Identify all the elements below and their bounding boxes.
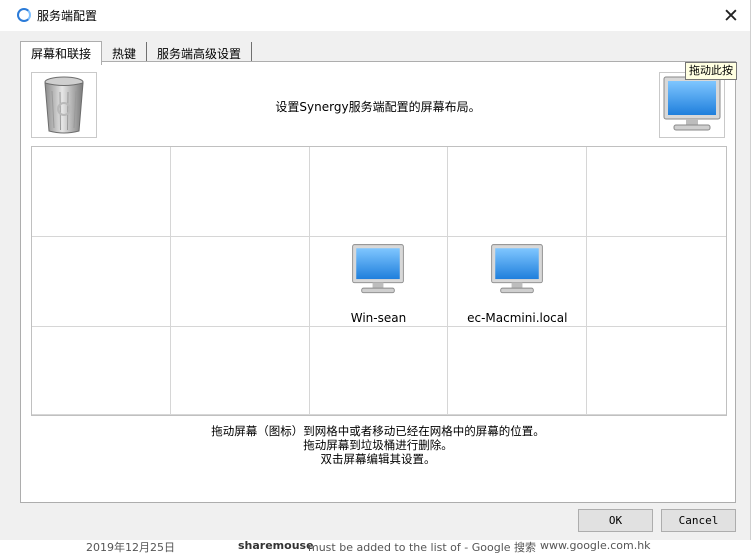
grid-cell[interactable]: Win-sean <box>309 237 449 327</box>
grid-cell[interactable] <box>32 237 171 327</box>
background-window-strip: 2019年12月25日 sharemouse must be added to … <box>0 540 756 553</box>
grid-cell[interactable] <box>170 147 310 237</box>
grid-cell[interactable] <box>309 327 449 415</box>
grid-usage-hint: 拖动屏幕（图标）到网格中或者移动已经在网格中的屏幕的位置。 拖动屏幕到垃圾桶进行… <box>21 424 735 466</box>
synergy-app-icon <box>17 8 31 22</box>
drag-tooltip: 拖动此按 <box>685 62 737 80</box>
screen-win-sean[interactable]: Win-sean <box>310 241 448 325</box>
tab-advanced-server-settings[interactable]: 服务端高级设置 <box>147 42 253 63</box>
screen-ec-macmini[interactable]: ec-Macmini.local <box>448 241 586 325</box>
monitor-icon <box>663 76 721 131</box>
monitor-icon <box>352 244 405 294</box>
layout-instruction: 设置Synergy服务端配置的屏幕布局。 <box>275 100 481 114</box>
grid-cell[interactable] <box>587 147 726 237</box>
grid-cell[interactable] <box>170 327 310 415</box>
grid-cell[interactable] <box>309 147 449 237</box>
cancel-button[interactable]: Cancel <box>661 509 736 532</box>
title-bar[interactable]: 服务端配置 ✕ <box>0 0 750 31</box>
hint-line: 双击屏幕编辑其设置。 <box>320 452 436 466</box>
screen-name-label: ec-Macmini.local <box>467 311 568 325</box>
grid-cell[interactable] <box>170 237 310 327</box>
grid-cell[interactable] <box>448 147 588 237</box>
window-title: 服务端配置 <box>37 9 98 23</box>
hint-line: 拖动屏幕（图标）到网格中或者移动已经在网格中的屏幕的位置。 <box>211 424 545 438</box>
tab-bar: 屏幕和联接 热键 服务端高级设置 <box>20 41 253 65</box>
new-screen-tile[interactable] <box>659 72 725 138</box>
tab-screens-and-links[interactable]: 屏幕和联接 <box>20 41 103 65</box>
ok-button[interactable]: OK <box>578 509 653 532</box>
grid-cell[interactable] <box>587 237 726 327</box>
bg-url: www.google.com.hk <box>540 540 651 552</box>
bg-snippet: must be added to the list of - Google 搜索 <box>308 541 537 553</box>
grid-cell[interactable] <box>32 327 171 415</box>
screen-name-label: Win-sean <box>350 311 407 325</box>
monitor-icon <box>491 244 544 294</box>
screen-layout-grid: Win-sean ec-Macmini.local <box>31 146 727 416</box>
grid-cell[interactable] <box>587 327 726 415</box>
bg-snippet-bold: sharemouse <box>238 540 314 552</box>
screens-panel: 设置Synergy服务端配置的屏幕布局。 Win-sean ec-Macmini… <box>20 61 736 503</box>
tab-hotkeys[interactable]: 热键 <box>102 42 148 63</box>
close-button[interactable]: ✕ <box>712 0 750 31</box>
hint-line: 拖动屏幕到垃圾桶进行删除。 <box>303 438 453 452</box>
grid-cell[interactable] <box>448 327 588 415</box>
grid-cell[interactable] <box>32 147 171 237</box>
grid-cell[interactable]: ec-Macmini.local <box>448 237 588 327</box>
server-config-window: 服务端配置 ✕ 屏幕和联接 热键 服务端高级设置 设置Synergy服务端配置的… <box>0 0 751 541</box>
bg-date: 2019年12月25日 <box>86 541 175 553</box>
